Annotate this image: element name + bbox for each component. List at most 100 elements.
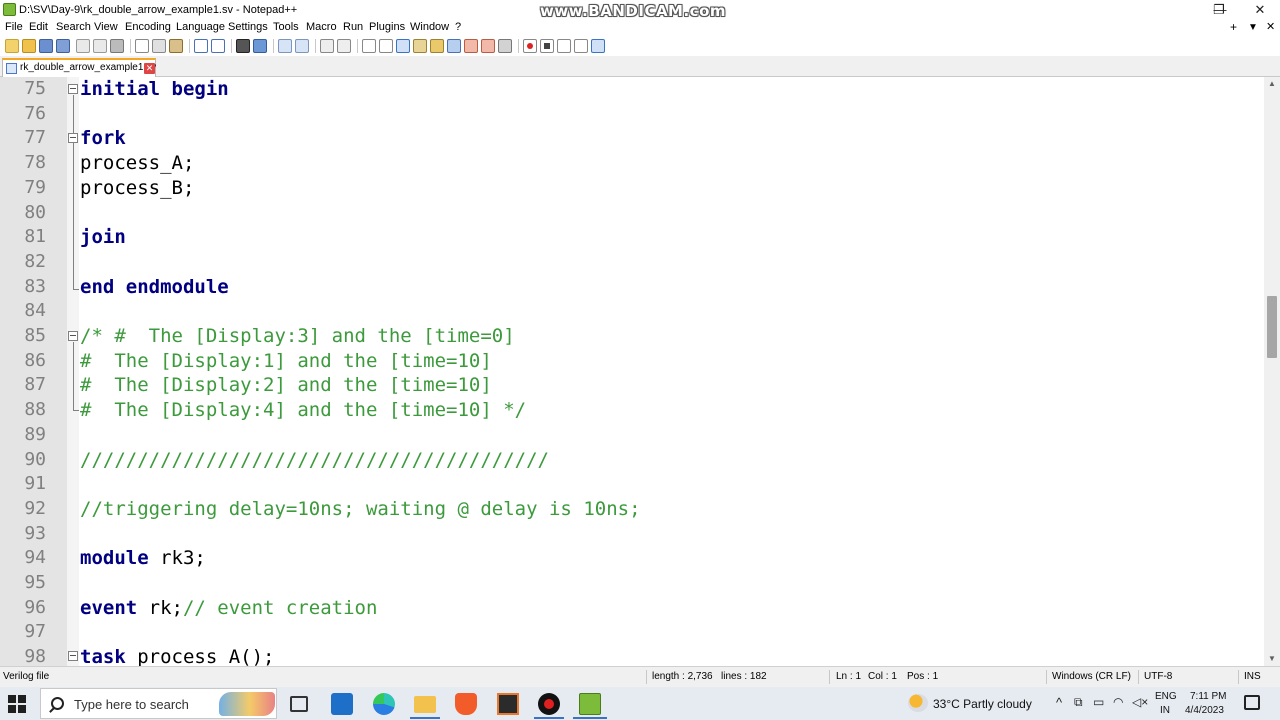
code-line[interactable]: 77 fork (0, 126, 1264, 151)
weather-icon[interactable] (908, 694, 928, 712)
redo-icon[interactable] (211, 39, 225, 53)
taskbar-search-box[interactable]: Type here to search (40, 688, 277, 719)
tab-list-chevron-icon[interactable]: ▼ (1248, 22, 1258, 33)
function-list-icon[interactable] (464, 39, 478, 53)
fold-toggle-icon[interactable] (68, 331, 78, 341)
scroll-up-icon[interactable]: ▲ (1264, 77, 1280, 91)
code-line[interactable]: 76 (0, 102, 1264, 127)
code-line[interactable]: 78 process_A; (0, 151, 1264, 176)
close-icon[interactable] (76, 39, 90, 53)
code-editor[interactable]: 75 initial begin 76 77 fork 78 process_A; 79 pro… (0, 77, 1264, 666)
folder-workspace-icon[interactable] (481, 39, 495, 53)
cut-icon[interactable] (135, 39, 149, 53)
code-line[interactable]: 92 //triggering delay=10ns; waiting @ del… (0, 497, 1264, 522)
clock-time[interactable]: 7:11 PM (1190, 691, 1227, 702)
indent-guide-icon[interactable] (396, 39, 410, 53)
code-line[interactable]: 89 (0, 423, 1264, 448)
code-line[interactable]: 91 (0, 472, 1264, 497)
code-line[interactable]: 83 end endmodule (0, 275, 1264, 300)
fold-toggle-icon[interactable] (68, 84, 78, 94)
weather-text[interactable]: 33°C Partly cloudy (933, 697, 1032, 711)
doc-list-icon[interactable] (447, 39, 461, 53)
new-tab-plus-icon[interactable]: + (1230, 20, 1237, 34)
code-line[interactable]: 96 event rk;// event creation (0, 596, 1264, 621)
code-line[interactable]: 87 # The [Display:2] and the [time=10] (0, 373, 1264, 398)
record-macro-icon[interactable] (523, 39, 537, 53)
save-macro-icon[interactable] (591, 39, 605, 53)
fold-toggle-icon[interactable] (68, 651, 78, 661)
menu-tools[interactable]: Tools (273, 21, 299, 33)
code-line[interactable]: 93 (0, 522, 1264, 547)
code-line[interactable]: 85 /* # The [Display:3] and the [time=0] (0, 324, 1264, 349)
find-icon[interactable] (236, 39, 250, 53)
mail-icon[interactable] (331, 693, 353, 715)
windows-start-icon[interactable] (8, 695, 26, 713)
menu-edit[interactable]: Edit (29, 21, 48, 33)
code-line[interactable]: 82 (0, 250, 1264, 275)
run-macro-multiple-icon[interactable] (574, 39, 588, 53)
menu-view[interactable]: View (94, 21, 118, 33)
undo-icon[interactable] (194, 39, 208, 53)
notepadpp-taskbar-icon[interactable] (579, 693, 601, 715)
chevron-up-icon[interactable]: ^ (1056, 695, 1062, 710)
word-wrap-icon[interactable] (362, 39, 376, 53)
paste-icon[interactable] (169, 39, 183, 53)
language-top[interactable]: ENG (1155, 691, 1177, 702)
copy-icon[interactable] (152, 39, 166, 53)
battery-icon[interactable]: ▭ (1093, 695, 1104, 709)
print-icon[interactable] (110, 39, 124, 53)
menu-encoding[interactable]: Encoding (125, 21, 171, 33)
doc-map-icon[interactable] (430, 39, 444, 53)
fold-toggle-icon[interactable] (68, 133, 78, 143)
new-file-icon[interactable] (5, 39, 19, 53)
sync-horizontal-icon[interactable] (337, 39, 351, 53)
menu-window[interactable]: Window (410, 21, 449, 33)
code-line[interactable]: 97 (0, 620, 1264, 645)
status-eol[interactable]: Windows (CR LF) (1052, 671, 1131, 682)
close-document-icon[interactable]: ✕ (1266, 20, 1275, 33)
menu-file[interactable]: File (5, 21, 23, 33)
menu-language[interactable]: Language (176, 21, 225, 33)
sync-vertical-icon[interactable] (320, 39, 334, 53)
udl-icon[interactable] (413, 39, 427, 53)
menu-plugins[interactable]: Plugins (369, 21, 405, 33)
zoom-out-icon[interactable] (295, 39, 309, 53)
code-line[interactable]: 79 process_B; (0, 176, 1264, 201)
scroll-down-icon[interactable]: ▼ (1264, 652, 1280, 666)
file-explorer-icon[interactable] (414, 696, 436, 713)
code-line[interactable]: 95 (0, 571, 1264, 596)
menu-help[interactable]: ? (455, 21, 461, 33)
code-line[interactable]: 88 # The [Display:4] and the [time=10] */ (0, 398, 1264, 423)
code-line[interactable]: 94 module rk3; (0, 546, 1264, 571)
edge-browser-icon[interactable] (373, 693, 395, 715)
code-line[interactable]: 90 //////////////////////////////////////… (0, 448, 1264, 473)
volume-muted-icon[interactable]: ◁× (1132, 695, 1148, 709)
code-line[interactable]: 98 task process_A(); (0, 645, 1264, 666)
code-line[interactable]: 81 join (0, 225, 1264, 250)
bandicam-icon[interactable] (538, 693, 560, 715)
tab-rk-double-arrow[interactable]: rk_double_arrow_example1.sv ✕ (2, 58, 156, 77)
vertical-scrollbar[interactable]: ▲ ▼ (1264, 77, 1280, 666)
play-macro-icon[interactable] (557, 39, 571, 53)
close-button[interactable]: ✕ (1240, 0, 1280, 20)
open-file-icon[interactable] (22, 39, 36, 53)
menu-search[interactable]: Search (56, 21, 91, 33)
menu-run[interactable]: Run (343, 21, 363, 33)
status-encoding[interactable]: UTF-8 (1144, 671, 1172, 682)
status-insert-mode[interactable]: INS (1244, 671, 1261, 682)
save-all-icon[interactable] (56, 39, 70, 53)
notifications-icon[interactable] (1244, 695, 1260, 710)
close-all-icon[interactable] (93, 39, 107, 53)
restore-button[interactable]: ❐ (1200, 0, 1238, 20)
show-all-chars-icon[interactable] (379, 39, 393, 53)
monitoring-icon[interactable] (498, 39, 512, 53)
tab-close-icon[interactable]: ✕ (144, 63, 155, 74)
modelsim-icon[interactable] (497, 693, 519, 715)
save-icon[interactable] (39, 39, 53, 53)
code-line[interactable]: 84 (0, 299, 1264, 324)
stop-macro-icon[interactable] (540, 39, 554, 53)
clock-date[interactable]: 4/4/2023 (1185, 705, 1224, 716)
code-line[interactable]: 80 (0, 201, 1264, 226)
network-drive-icon[interactable]: ⧉ (1074, 695, 1083, 710)
scrollbar-thumb[interactable] (1267, 296, 1277, 358)
